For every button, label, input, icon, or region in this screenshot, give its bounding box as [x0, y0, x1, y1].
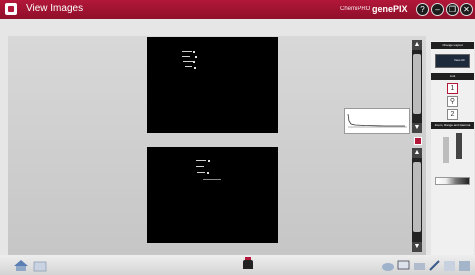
layout-thumbnail[interactable]: View All: [435, 54, 470, 68]
spot: [193, 61, 195, 63]
edit-icon[interactable]: [428, 260, 441, 272]
blot-image-upper[interactable]: [147, 37, 278, 133]
link-zoom-icon[interactable]: ⚲: [447, 96, 458, 107]
spot: [193, 51, 195, 53]
spot: [207, 172, 209, 174]
brand-genepix: genePIX: [372, 4, 408, 14]
range-slider-low[interactable]: [443, 137, 449, 163]
save-icon[interactable]: [458, 260, 471, 272]
band: [183, 61, 193, 62]
band: [182, 56, 190, 57]
lower-scrollbar[interactable]: ▲ ▼: [412, 148, 422, 252]
range-slider-high[interactable]: [456, 133, 462, 159]
scroll-down-icon[interactable]: ▼: [412, 123, 422, 133]
histogram-graph: [347, 113, 407, 128]
title-bar: View Images ChemiPRO genePIX ? – ❐ ✕: [0, 0, 475, 19]
scroll-up-icon[interactable]: ▲: [412, 40, 422, 50]
band: [197, 172, 205, 173]
window-title: View Images: [26, 3, 84, 14]
link-contrast-icon[interactable]: 1: [447, 83, 458, 94]
home-icon[interactable]: [13, 259, 29, 271]
app-icon: [5, 3, 17, 15]
scroll-thumb[interactable]: [413, 54, 421, 114]
spot: [195, 56, 197, 58]
cloud-icon[interactable]: [381, 260, 395, 272]
band: [196, 166, 204, 167]
band: [203, 179, 221, 180]
scroll-up-icon[interactable]: ▲: [412, 148, 422, 158]
band: [196, 160, 206, 161]
change-layout-header: Change Layout: [431, 42, 474, 49]
camera-icon[interactable]: [241, 257, 255, 269]
link-header: Link: [431, 73, 474, 80]
bottom-toolbar: [0, 255, 475, 275]
print-icon[interactable]: [413, 260, 426, 272]
band: [182, 51, 192, 52]
upper-scrollbar[interactable]: ▲ ▼: [412, 40, 422, 133]
gamma-gradient[interactable]: [435, 177, 470, 185]
brand-chemipro: ChemiPRO: [340, 6, 371, 12]
restore-button[interactable]: ❐: [446, 3, 459, 16]
spot: [194, 67, 196, 69]
image-selector-tab[interactable]: [414, 137, 422, 145]
zoom-range-gamma-header: Zoom, Range and Gamma: [431, 122, 474, 129]
export-icon[interactable]: [443, 260, 456, 272]
scroll-thumb[interactable]: [413, 162, 421, 232]
scroll-down-icon[interactable]: ▼: [412, 242, 422, 252]
folder-icon[interactable]: [33, 260, 47, 272]
layout-label: View All: [454, 58, 465, 62]
band: [185, 66, 192, 67]
right-control-panel: Change Layout View All Link 1 ⚲ 2 Zoom, …: [431, 41, 474, 255]
spot: [208, 160, 210, 162]
minimize-button[interactable]: –: [431, 3, 444, 16]
link-range-icon[interactable]: 2: [447, 109, 458, 120]
blot-image-lower[interactable]: [147, 147, 278, 243]
histogram-panel[interactable]: [344, 108, 410, 134]
close-button[interactable]: ✕: [460, 3, 473, 16]
help-button[interactable]: ?: [416, 3, 429, 16]
monitor-icon[interactable]: [397, 260, 410, 272]
